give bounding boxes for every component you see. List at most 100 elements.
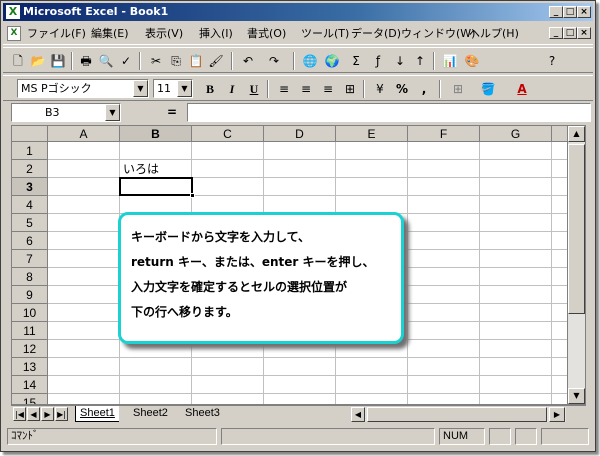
tab-sheet3[interactable]: Sheet3 <box>181 406 224 422</box>
open-icon[interactable]: 📂 <box>29 52 47 70</box>
column-header-f[interactable]: F <box>408 126 480 142</box>
sort-descending-icon[interactable]: ↑ <box>411 52 429 70</box>
font-color-icon[interactable]: A <box>513 80 531 98</box>
row-header-12[interactable]: 12 <box>12 340 48 358</box>
autosum-icon[interactable]: Σ <box>347 52 365 70</box>
office-assistant-icon[interactable]: ? <box>543 52 561 70</box>
menu-window[interactable]: ウィンドウ(W) <box>401 26 475 42</box>
maximize-button[interactable]: □ <box>563 6 577 18</box>
row-header-7[interactable]: 7 <box>12 250 48 268</box>
redo-icon[interactable]: ↷ <box>265 52 283 70</box>
web-toolbar-icon[interactable]: 🌍 <box>323 52 341 70</box>
doc-close-button[interactable]: × <box>577 27 591 39</box>
save-icon[interactable]: 💾 <box>49 52 67 70</box>
percent-button[interactable]: % <box>393 80 411 98</box>
doc-restore-button[interactable]: □ <box>563 27 577 39</box>
undo-icon[interactable]: ↶ <box>239 52 257 70</box>
spelling-icon[interactable]: ✓ <box>117 52 135 70</box>
function-icon[interactable]: ƒ <box>369 52 387 70</box>
font-size-select[interactable]: 11 ▼ <box>153 79 193 98</box>
row-header-4[interactable]: 4 <box>12 196 48 214</box>
menu-format[interactable]: 書式(O) <box>247 26 286 42</box>
fill-handle[interactable] <box>190 193 195 198</box>
new-icon[interactable]: 🗋 <box>9 52 27 70</box>
prev-sheet-icon[interactable]: ◀ <box>27 407 40 421</box>
menu-tools[interactable]: ツール(T) <box>301 26 349 42</box>
underline-button[interactable]: U <box>245 80 263 98</box>
select-all-corner[interactable] <box>12 126 48 142</box>
column-header-g[interactable]: G <box>480 126 552 142</box>
row-header-6[interactable]: 6 <box>12 232 48 250</box>
sort-ascending-icon[interactable]: ↓ <box>391 52 409 70</box>
first-sheet-icon[interactable]: |◀ <box>13 407 26 421</box>
column-header-partial[interactable] <box>552 126 568 142</box>
row-header-13[interactable]: 13 <box>12 358 48 376</box>
active-cell-b3[interactable] <box>119 177 195 198</box>
workbook-icon[interactable]: X <box>7 26 21 41</box>
menu-insert[interactable]: 挿入(I) <box>199 26 233 42</box>
row-header-15[interactable]: 15 <box>12 394 48 404</box>
row-header-3[interactable]: 3 <box>12 178 48 196</box>
currency-icon[interactable]: ¥ <box>371 80 389 98</box>
scroll-right-icon[interactable]: ▶ <box>549 407 565 422</box>
row-header-2[interactable]: 2 <box>12 160 48 178</box>
menu-file[interactable]: ファイル(F) <box>27 26 86 42</box>
scroll-up-icon[interactable]: ▲ <box>568 126 585 142</box>
row-header-10[interactable]: 10 <box>12 304 48 322</box>
align-center-icon[interactable]: ≡ <box>297 80 315 98</box>
format-painter-icon[interactable]: 🖌 <box>207 52 225 70</box>
drawing-icon[interactable]: 🎨 <box>463 52 481 70</box>
print-icon[interactable]: 🖶 <box>77 52 95 70</box>
menu-view[interactable]: 表示(V) <box>145 26 183 42</box>
row-header-14[interactable]: 14 <box>12 376 48 394</box>
print-preview-icon[interactable]: 🔍 <box>97 52 115 70</box>
bold-button[interactable]: B <box>201 80 219 98</box>
next-sheet-icon[interactable]: ▶ <box>41 407 54 421</box>
fill-color-icon[interactable]: 🪣 <box>479 80 497 98</box>
merge-center-icon[interactable]: ⊞ <box>341 80 359 98</box>
font-name-select[interactable]: MS Pゴシック ▼ <box>17 79 149 98</box>
column-header-c[interactable]: C <box>192 126 264 142</box>
name-box[interactable]: B3 ▼ <box>11 103 121 122</box>
row-header-11[interactable]: 11 <box>12 322 48 340</box>
chart-wizard-icon[interactable]: 📊 <box>441 52 459 70</box>
copy-icon[interactable]: ⎘ <box>167 52 185 70</box>
column-header-d[interactable]: D <box>264 126 336 142</box>
horizontal-scrollbar[interactable]: ◀ ▶ <box>351 407 566 422</box>
vertical-scrollbar[interactable]: ▲ ▼ <box>567 126 585 404</box>
comma-button[interactable]: , <box>415 80 433 98</box>
row-header-5[interactable]: 5 <box>12 214 48 232</box>
scroll-down-icon[interactable]: ▼ <box>568 388 585 404</box>
row-header-1[interactable]: 1 <box>12 142 48 160</box>
column-header-b[interactable]: B <box>120 126 192 142</box>
minimize-button[interactable]: _ <box>549 6 563 18</box>
hyperlink-icon[interactable]: 🌐 <box>301 52 319 70</box>
doc-minimize-button[interactable]: _ <box>549 27 563 39</box>
menu-data[interactable]: データ(D) <box>351 26 401 42</box>
row-header-9[interactable]: 9 <box>12 286 48 304</box>
cut-icon[interactable]: ✂ <box>147 52 165 70</box>
borders-icon[interactable]: ⊞ <box>449 80 467 98</box>
tab-sheet2[interactable]: Sheet2 <box>129 406 172 422</box>
horizontal-scroll-thumb[interactable] <box>367 407 547 422</box>
column-header-e[interactable]: E <box>336 126 408 142</box>
row-header-8[interactable]: 8 <box>12 268 48 286</box>
close-button[interactable]: × <box>577 6 591 18</box>
chevron-down-icon[interactable]: ▼ <box>177 80 192 97</box>
formula-equals[interactable]: = <box>167 105 177 119</box>
scroll-left-icon[interactable]: ◀ <box>351 407 365 422</box>
formula-input[interactable] <box>187 103 591 122</box>
menu-edit[interactable]: 編集(E) <box>91 26 129 42</box>
chevron-down-icon[interactable]: ▼ <box>105 104 120 121</box>
chevron-down-icon[interactable]: ▼ <box>133 80 148 97</box>
italic-button[interactable]: I <box>223 80 241 98</box>
menu-help[interactable]: ヘルプ(H) <box>469 26 519 42</box>
align-left-icon[interactable]: ≡ <box>275 80 293 98</box>
last-sheet-icon[interactable]: ▶| <box>55 407 68 421</box>
paste-icon[interactable]: 📋 <box>187 52 205 70</box>
column-header-a[interactable]: A <box>48 126 120 142</box>
tab-sheet1[interactable]: Sheet1 <box>75 406 119 422</box>
scroll-thumb[interactable] <box>568 144 585 314</box>
align-right-icon[interactable]: ≡ <box>319 80 337 98</box>
cell-b2[interactable]: いろは <box>123 161 159 177</box>
